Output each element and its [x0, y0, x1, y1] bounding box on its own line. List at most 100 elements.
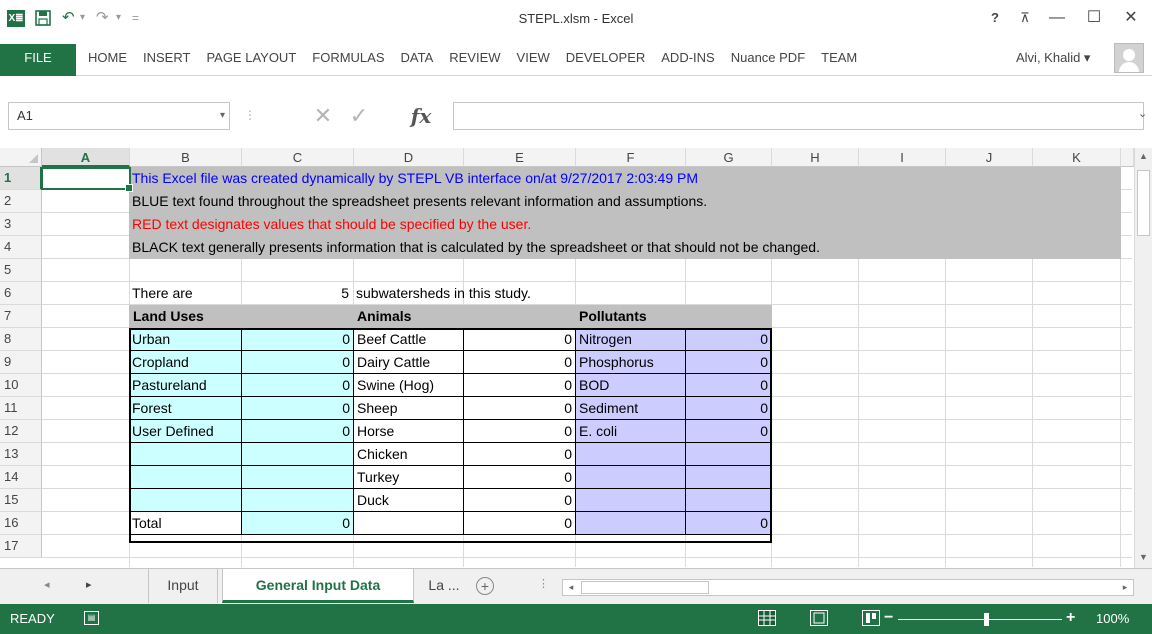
- pollutant-name[interactable]: BOD: [576, 374, 686, 397]
- pollutant-name[interactable]: Sediment: [576, 397, 686, 420]
- land-use-name[interactable]: User Defined: [129, 420, 242, 443]
- zoom-slider-thumb[interactable]: [984, 613, 989, 626]
- pollutant-value[interactable]: 0: [686, 328, 772, 351]
- land-use-value[interactable]: 0: [242, 420, 354, 443]
- subwatershed-count[interactable]: 5: [242, 282, 352, 304]
- animal-value[interactable]: 0: [464, 489, 576, 512]
- row-header-9[interactable]: 9: [0, 351, 42, 374]
- land-use-empty-cell[interactable]: [242, 443, 354, 466]
- pollutant-empty-cell[interactable]: [686, 443, 772, 466]
- animal-value[interactable]: 0: [464, 328, 576, 351]
- pollutant-empty-cell[interactable]: [576, 489, 686, 512]
- page-break-preview-icon[interactable]: [862, 610, 880, 626]
- normal-view-icon[interactable]: [758, 610, 776, 626]
- tab-home[interactable]: HOME: [80, 44, 135, 72]
- row-header-7[interactable]: 7: [0, 305, 42, 328]
- tab-view[interactable]: VIEW: [509, 44, 558, 72]
- land-use-value[interactable]: 0: [242, 374, 354, 397]
- column-header-e[interactable]: E: [464, 148, 576, 167]
- summary-prefix[interactable]: There are: [132, 282, 193, 304]
- info-line-black[interactable]: BLACK text generally presents informatio…: [132, 236, 820, 258]
- add-sheet-icon[interactable]: +: [476, 577, 494, 595]
- animal-value[interactable]: 0: [464, 420, 576, 443]
- scroll-left-icon[interactable]: ◂: [563, 580, 579, 595]
- scroll-down-icon[interactable]: ▼: [1135, 549, 1152, 566]
- pollutant-empty-cell[interactable]: [576, 443, 686, 466]
- animal-value[interactable]: 0: [464, 443, 576, 466]
- row-header-6[interactable]: 6: [0, 282, 42, 305]
- vertical-scroll-thumb[interactable]: [1137, 170, 1150, 236]
- scroll-right-icon[interactable]: ▸: [1117, 580, 1133, 595]
- macro-record-icon[interactable]: ▤: [84, 611, 99, 625]
- formula-input[interactable]: [453, 102, 1144, 130]
- pollutants-header[interactable]: Pollutants: [579, 305, 647, 327]
- pollutant-empty-cell[interactable]: [686, 466, 772, 489]
- row-header-8[interactable]: 8: [0, 328, 42, 351]
- column-header-a[interactable]: A: [42, 148, 130, 167]
- column-header-k[interactable]: K: [1033, 148, 1121, 167]
- tab-add-ins[interactable]: ADD-INS: [653, 44, 722, 72]
- tab-insert[interactable]: INSERT: [135, 44, 198, 72]
- total-animals[interactable]: 0: [464, 512, 576, 535]
- animal-total-empty-cell[interactable]: [354, 512, 464, 535]
- total-pollutants[interactable]: 0: [686, 512, 772, 535]
- tab-data[interactable]: DATA: [393, 44, 442, 72]
- land-use-empty-cell[interactable]: [129, 443, 242, 466]
- animal-name[interactable]: Chicken: [354, 443, 464, 466]
- sheet-next-icon[interactable]: ▸: [86, 578, 92, 591]
- row-header-13[interactable]: 13: [0, 443, 42, 466]
- tab-formulas[interactable]: FORMULAS: [304, 44, 392, 72]
- total-land-uses[interactable]: 0: [242, 512, 354, 535]
- zoom-slider[interactable]: [898, 619, 1062, 620]
- animals-header[interactable]: Animals: [357, 305, 411, 327]
- total-label[interactable]: Total: [129, 512, 242, 535]
- sheet-prev-icon[interactable]: ◂: [44, 578, 50, 591]
- column-header-d[interactable]: D: [354, 148, 464, 167]
- pollutant-value[interactable]: 0: [686, 397, 772, 420]
- animal-name[interactable]: Sheep: [354, 397, 464, 420]
- animal-name[interactable]: Swine (Hog): [354, 374, 464, 397]
- pollutant-total-empty-cell[interactable]: [576, 512, 686, 535]
- vertical-scrollbar[interactable]: ▲ ▼: [1134, 148, 1152, 568]
- column-header-g[interactable]: G: [686, 148, 772, 167]
- row-header-12[interactable]: 12: [0, 420, 42, 443]
- animal-value[interactable]: 0: [464, 374, 576, 397]
- close-icon[interactable]: ✕: [1118, 6, 1144, 30]
- name-box-dropdown-icon[interactable]: ▾: [220, 103, 225, 129]
- tab-team[interactable]: TEAM: [813, 44, 865, 72]
- pollutant-name[interactable]: Nitrogen: [576, 328, 686, 351]
- row-header-15[interactable]: 15: [0, 489, 42, 512]
- land-use-name[interactable]: Urban: [129, 328, 242, 351]
- column-header-h[interactable]: H: [772, 148, 859, 167]
- animal-name[interactable]: Beef Cattle: [354, 328, 464, 351]
- select-all-corner[interactable]: [0, 148, 42, 167]
- land-uses-header[interactable]: Land Uses: [133, 305, 204, 327]
- row-header-14[interactable]: 14: [0, 466, 42, 489]
- info-line-created[interactable]: This Excel file was created dynamically …: [132, 167, 698, 189]
- zoom-out-icon[interactable]: −: [884, 609, 893, 627]
- animal-name[interactable]: Duck: [354, 489, 464, 512]
- land-use-value[interactable]: 0: [242, 351, 354, 374]
- land-use-empty-cell[interactable]: [242, 466, 354, 489]
- row-header-3[interactable]: 3: [0, 213, 42, 236]
- insert-function-icon[interactable]: fx: [404, 104, 438, 128]
- formula-bar-separator[interactable]: ⋮: [244, 108, 256, 122]
- animal-value[interactable]: 0: [464, 466, 576, 489]
- summary-suffix[interactable]: subwatersheds in this study.: [356, 282, 531, 304]
- column-header-i[interactable]: I: [859, 148, 946, 167]
- animal-value[interactable]: 0: [464, 397, 576, 420]
- user-account-menu[interactable]: Alvi, Khalid ▾: [1016, 50, 1090, 66]
- info-line-blue[interactable]: BLUE text found throughout the spreadshe…: [132, 190, 707, 212]
- land-use-empty-cell[interactable]: [242, 489, 354, 512]
- land-use-value[interactable]: 0: [242, 397, 354, 420]
- row-header-16[interactable]: 16: [0, 512, 42, 535]
- expand-formula-bar-icon[interactable]: ⌄: [1138, 107, 1147, 120]
- spreadsheet-grid[interactable]: A B C D E F G H I J K 1 2 3 4 5 6 7 8 9 …: [0, 148, 1152, 568]
- land-use-name[interactable]: Forest: [129, 397, 242, 420]
- name-box[interactable]: A1 ▾: [8, 102, 230, 130]
- file-tab[interactable]: FILE: [0, 44, 76, 76]
- column-header-f[interactable]: F: [576, 148, 686, 167]
- animal-name[interactable]: Dairy Cattle: [354, 351, 464, 374]
- row-header-5[interactable]: 5: [0, 259, 42, 282]
- horizontal-scroll-thumb[interactable]: [581, 581, 709, 594]
